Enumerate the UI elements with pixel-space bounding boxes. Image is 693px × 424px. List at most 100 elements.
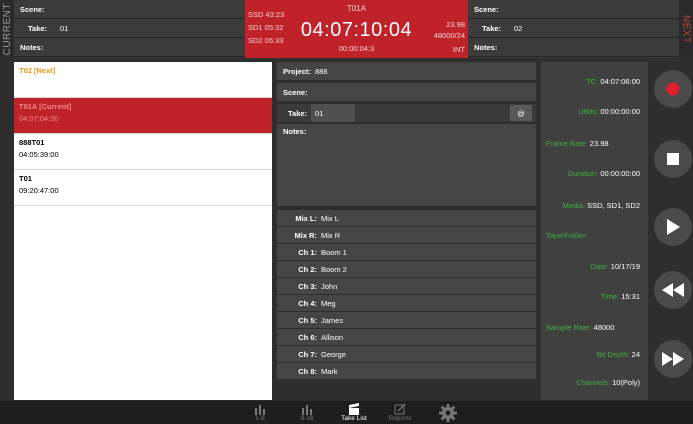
info-frame-rate: Frame Rate: 23.98: [546, 139, 609, 148]
take-item[interactable]: 888T01 04:05:39:00: [14, 134, 272, 170]
channel-label: Ch 2:: [298, 264, 317, 274]
bottom-nav: 1-8 9-16 Take List Reports: [0, 401, 693, 424]
channel-row-mix-r[interactable]: Mix R: Mix R: [277, 227, 536, 243]
take-name: T01A [Current]: [19, 102, 72, 111]
nav-reports[interactable]: Reports: [380, 403, 420, 422]
top-status-bar: CURRENT Scene: Take: 01 Notes: T01A SSD 4…: [0, 0, 693, 58]
channel-value: Allison: [321, 332, 344, 342]
channel-value: Mix L: [321, 213, 339, 223]
take-input[interactable]: 01: [311, 104, 355, 122]
take-name: T02 [Next]: [19, 66, 56, 75]
info-ubits: UBits: 00:00:00:00: [578, 107, 640, 116]
channel-value: Meg: [321, 298, 336, 308]
take-item[interactable]: T01 09:20:47:00: [14, 170, 272, 206]
elapsed-time: 00:00:04:3: [338, 44, 375, 53]
stop-icon: [667, 153, 679, 165]
play-icon: [667, 219, 680, 235]
channel-row-3[interactable]: Ch 3: John: [277, 278, 536, 294]
channel-label: Ch 1:: [298, 247, 317, 257]
next-take-value: 02: [514, 23, 523, 33]
current-scene-label: Scene:: [20, 4, 45, 14]
take-field: Take: 01 @: [277, 104, 536, 122]
take-item-current[interactable]: T01A [Current] 04:07:04:00: [14, 98, 272, 134]
take-name: T01: [19, 174, 32, 183]
next-label: NEXT: [679, 0, 693, 58]
channel-row-5[interactable]: Ch 5: James: [277, 312, 536, 328]
channel-row-4[interactable]: Ch 4: Meg: [277, 295, 536, 311]
project-field[interactable]: Project: 888: [277, 62, 536, 80]
notes-label: Notes:: [283, 127, 307, 136]
transport-controls: [652, 62, 693, 400]
current-notes-label: Notes:: [20, 42, 44, 52]
nav-label: Take List: [341, 415, 367, 422]
info-time: Time: 15:31: [600, 292, 640, 301]
media-ssd: SSD 43:23: [248, 10, 285, 19]
take-name: 888T01: [19, 138, 45, 147]
next-notes-label: Notes:: [474, 42, 498, 52]
channel-label: Ch 5:: [298, 315, 317, 325]
rewind-icon: [662, 283, 684, 297]
channel-label: Mix R:: [294, 230, 318, 240]
channel-value: Boom 1: [321, 247, 347, 257]
channel-value: Boom 2: [321, 264, 347, 274]
channel-row-mix-l[interactable]: Mix L: Mix L: [277, 210, 536, 226]
nav-take-list[interactable]: Take List: [334, 403, 374, 422]
current-label: CURRENT: [0, 0, 14, 58]
recorder-screen: CURRENT Scene: Take: 01 Notes: T01A SSD 4…: [0, 0, 693, 424]
scene-field[interactable]: Scene:: [277, 83, 536, 101]
info-media: Media: SSD, SD1, SD2: [562, 201, 640, 210]
fast-forward-icon: [662, 352, 684, 366]
fast-forward-button[interactable]: [654, 340, 692, 378]
channel-row-1[interactable]: Ch 1: Boom 1: [277, 244, 536, 260]
channel-label: Ch 7:: [298, 349, 317, 359]
nav-settings[interactable]: [428, 404, 468, 422]
info-tc: TC: 04:07:06:00: [586, 77, 640, 86]
sample-rate: 48000/24: [433, 31, 465, 40]
info-tape-folder: Tape/Folder:: [546, 231, 588, 240]
nav-label: 1-8: [255, 415, 265, 422]
nav-meters-1-8[interactable]: 1-8: [240, 403, 280, 422]
record-button[interactable]: [654, 70, 692, 108]
take-time: 04:05:39:00: [19, 150, 59, 159]
meter-icon: [302, 405, 312, 415]
notes-field[interactable]: Notes:: [277, 124, 536, 206]
info-sample-rate: Sample Rate: 48000: [546, 323, 615, 332]
next-take-label: Take:: [482, 23, 502, 33]
frame-rate: 23.98: [446, 20, 465, 29]
channel-label: Mix L:: [295, 213, 317, 223]
meter-icon: [255, 405, 265, 415]
take-item-next[interactable]: T02 [Next]: [14, 62, 272, 98]
current-take-value: 01: [60, 23, 69, 33]
channel-label: Ch 6:: [298, 332, 317, 342]
take-list: T02 [Next] T01A [Current] 04:07:04:00 88…: [14, 62, 272, 400]
channel-row-7[interactable]: Ch 7: George: [277, 346, 536, 362]
channel-label: Ch 4:: [298, 298, 317, 308]
next-take-info[interactable]: Scene: Take: 02 Notes:: [468, 0, 679, 58]
channel-label: Ch 3:: [298, 281, 317, 291]
record-icon: [666, 82, 680, 96]
channel-value: Mark: [321, 366, 338, 376]
channel-value: Mix R: [321, 230, 341, 240]
channel-row-2[interactable]: Ch 2: Boom 2: [277, 261, 536, 277]
take-label: Take:: [288, 108, 308, 118]
nav-label: Reports: [388, 415, 412, 422]
info-bit-depth: Bit Depth: 24: [596, 350, 640, 359]
stop-button[interactable]: [654, 140, 692, 178]
clapper-icon: [349, 403, 359, 415]
scene-label: Scene:: [283, 87, 308, 97]
at-button[interactable]: @: [510, 105, 532, 121]
channel-row-6[interactable]: Ch 6: Allison: [277, 329, 536, 345]
channel-row-8[interactable]: Ch 8: Mark: [277, 363, 536, 379]
take-time: 04:07:04:00: [19, 114, 59, 123]
info-duration: Duration: 00:00:00:00: [567, 169, 640, 178]
channel-value: James: [321, 315, 344, 325]
info-date: Date: 10/17/19: [590, 262, 640, 271]
current-take-label: Take:: [28, 23, 48, 33]
current-take-info[interactable]: Scene: Take: 01 Notes:: [14, 0, 245, 58]
play-button[interactable]: [654, 208, 692, 246]
project-value: 888: [314, 66, 328, 76]
nav-meters-9-16[interactable]: 9-16: [287, 403, 327, 422]
rewind-button[interactable]: [654, 271, 692, 309]
channel-label: Ch 8:: [298, 366, 317, 376]
channel-value: George: [321, 349, 347, 359]
